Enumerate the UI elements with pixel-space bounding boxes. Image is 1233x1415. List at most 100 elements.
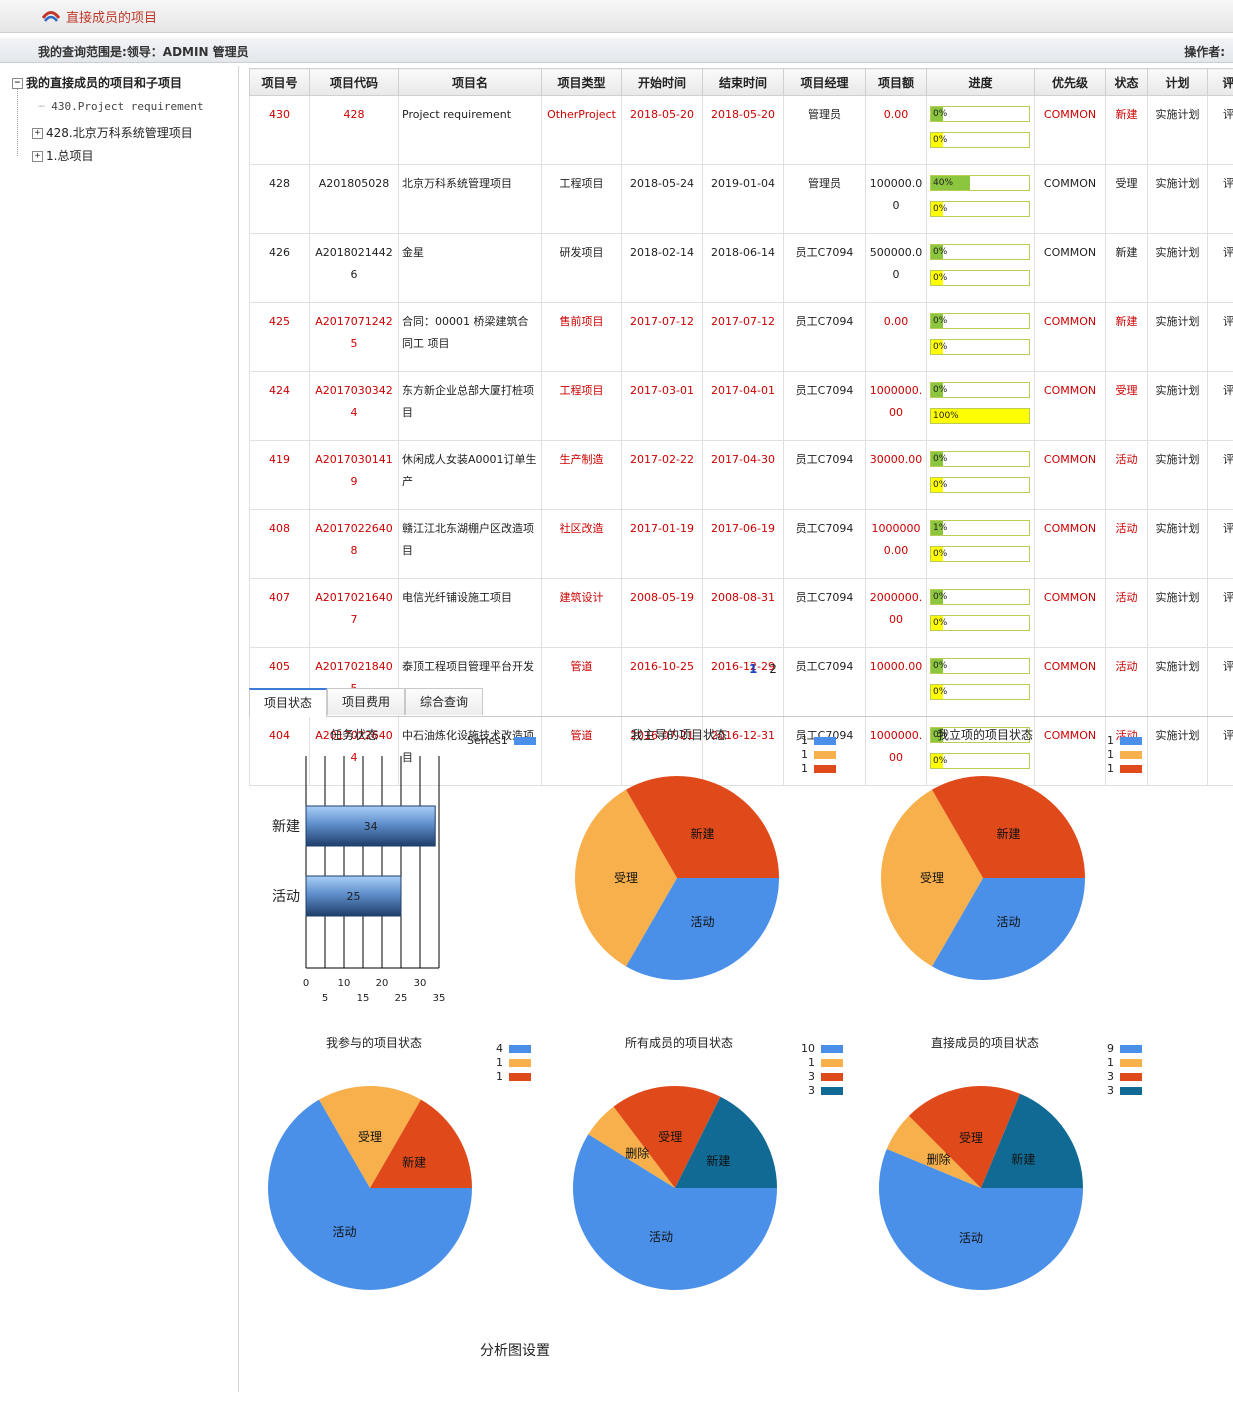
cell-plan-link[interactable]: 实施计划 — [1147, 440, 1208, 510]
page-2-link[interactable]: 2 — [769, 662, 777, 676]
progress-text: 0% — [933, 661, 948, 671]
progress-bar: 0% — [930, 106, 1030, 122]
cell-plan-link[interactable]: 实施计划 — [1147, 302, 1208, 372]
cell-eval-link[interactable]: 评 — [1207, 95, 1233, 165]
cell-eval-link[interactable]: 评 — [1207, 233, 1233, 303]
column-header[interactable]: 结束时间 — [702, 68, 784, 96]
tree-root[interactable]: − 我的直接成员的项目和子项目 — [12, 74, 182, 91]
cell-end-date: 2008-08-31 — [702, 578, 784, 648]
cell-end-date: 2018-06-14 — [702, 233, 784, 303]
cell-project-name[interactable]: 赣江江北东湖棚户区改造项目 — [398, 509, 542, 579]
cell-project-no[interactable]: 428 — [249, 164, 310, 234]
tree-item-label: 428.北京万科系统管理项目 — [46, 126, 193, 140]
cell-manager: 员工C7094 — [783, 302, 866, 372]
cell-project-name[interactable]: 休闲成人女装A0001订单生产 — [398, 440, 542, 510]
legend-item: 9 — [1107, 1042, 1142, 1056]
cell-project-code[interactable]: A201805028 — [309, 164, 399, 234]
column-header[interactable]: 优先级 — [1034, 68, 1106, 96]
legend-label: 3 — [808, 1084, 815, 1097]
column-header[interactable]: 进度 — [926, 68, 1035, 96]
cell-eval-link[interactable]: 评 — [1207, 440, 1233, 510]
legend-swatch — [814, 751, 836, 759]
column-header[interactable]: 开始时间 — [621, 68, 703, 96]
cell-progress: 0% 100% — [926, 371, 1035, 441]
cell-status: 受理 — [1105, 371, 1148, 441]
progress-bar: 0% — [930, 658, 1030, 674]
cell-project-no[interactable]: 408 — [249, 509, 310, 579]
cell-project-no[interactable]: 424 — [249, 371, 310, 441]
bar-value-label: 34 — [364, 820, 378, 833]
cell-project-name[interactable]: 电信光纤铺设施工项目 — [398, 578, 542, 648]
column-header[interactable]: 项目经理 — [783, 68, 866, 96]
cell-progress: 0% 0% — [926, 578, 1035, 648]
tab-combined-query[interactable]: 综合查询 — [405, 688, 483, 715]
cell-eval-link[interactable]: 评 — [1207, 302, 1233, 372]
expand-icon[interactable]: + — [32, 128, 43, 139]
tree-item-430[interactable]: ┈ 430.Project requirement — [38, 100, 204, 113]
cell-eval-link[interactable]: 评 — [1207, 371, 1233, 441]
cell-project-code[interactable]: A20170226408 — [309, 509, 399, 579]
legend-item: 1 — [1107, 748, 1142, 762]
category-label: 新建 — [272, 819, 300, 835]
cell-plan-link[interactable]: 实施计划 — [1147, 95, 1208, 165]
cell-project-no[interactable]: 430 — [249, 95, 310, 165]
cell-project-no[interactable]: 419 — [249, 440, 310, 510]
charts-area: 任务状态 34 新建 25 活动 0 10 20 30 5 15 25 35 Series1 我主导的项目状… — [249, 718, 1233, 1378]
progress-bar: 0% — [930, 339, 1030, 355]
expand-icon[interactable]: + — [32, 151, 43, 162]
cell-project-code[interactable]: 428 — [309, 95, 399, 165]
table-row[interactable]: 408 A20170226408 赣江江北东湖棚户区改造项目 社区改造 2017-01-… — [249, 509, 1233, 579]
column-header[interactable]: 项目号 — [249, 68, 310, 96]
table-row[interactable]: 425 A20170712425 合同：00001 桥梁建筑合同工 项目 售前项目 20… — [249, 302, 1233, 372]
cell-project-no[interactable]: 426 — [249, 233, 310, 303]
cell-project-no[interactable]: 425 — [249, 302, 310, 372]
cell-project-code[interactable]: A20170303424 — [309, 371, 399, 441]
legend-item: 1 — [496, 1070, 531, 1084]
column-header[interactable]: 项目名 — [398, 68, 542, 96]
progress-text: 0% — [933, 316, 948, 326]
table-row[interactable]: 424 A20170303424 东方新企业总部大厦打桩项目 工程项目 2017-03-… — [249, 371, 1233, 441]
page-current[interactable]: 1 — [749, 662, 757, 676]
cell-eval-link[interactable]: 评 — [1207, 509, 1233, 579]
cell-plan-link[interactable]: 实施计划 — [1147, 578, 1208, 648]
table-row[interactable]: 419 A20170301419 休闲成人女装A0001订单生产 生产制造 2017-0… — [249, 440, 1233, 510]
progress-text: 100% — [933, 411, 959, 421]
progress-text: 0% — [933, 109, 948, 119]
column-header[interactable]: 项目代码 — [309, 68, 399, 96]
cell-project-no[interactable]: 407 — [249, 578, 310, 648]
cell-plan-link[interactable]: 实施计划 — [1147, 371, 1208, 441]
cell-project-code[interactable]: A20180214426 — [309, 233, 399, 303]
cell-project-code[interactable]: A20170301419 — [309, 440, 399, 510]
collapse-icon[interactable]: − — [12, 78, 23, 89]
column-header[interactable]: 计划 — [1147, 68, 1208, 96]
cell-project-name[interactable]: 金星 — [398, 233, 542, 303]
cell-plan-link[interactable]: 实施计划 — [1147, 509, 1208, 579]
progress-bar: 0% — [930, 615, 1030, 631]
cell-eval-link[interactable]: 评 — [1207, 578, 1233, 648]
cell-eval-link[interactable]: 评 — [1207, 164, 1233, 234]
chart-legend: 411 — [496, 1042, 531, 1084]
cell-project-name[interactable]: 合同：00001 桥梁建筑合同工 项目 — [398, 302, 542, 372]
column-header[interactable]: 状态 — [1105, 68, 1148, 96]
cell-project-code[interactable]: A20170216407 — [309, 578, 399, 648]
table-row[interactable]: 426 A20180214426 金星 研发项目 2018-02-14 2018-06-1… — [249, 233, 1233, 303]
cell-project-code[interactable]: A20170712425 — [309, 302, 399, 372]
cell-project-name[interactable]: Project requirement — [398, 95, 542, 165]
cell-status: 新建 — [1105, 233, 1148, 303]
tab-project-cost[interactable]: 项目费用 — [327, 688, 405, 715]
cell-project-name[interactable]: 北京万科系统管理项目 — [398, 164, 542, 234]
table-row[interactable]: 428 A201805028 北京万科系统管理项目 工程项目 2018-05-24 201… — [249, 164, 1233, 234]
column-header[interactable]: 评 — [1207, 68, 1233, 96]
table-row[interactable]: 430 428 Project requirement OtherProject 201… — [249, 95, 1233, 165]
tab-project-status[interactable]: 项目状态 — [249, 688, 327, 717]
cell-plan-link[interactable]: 实施计划 — [1147, 164, 1208, 234]
table-row[interactable]: 407 A20170216407 电信光纤铺设施工项目 建筑设计 2008-05-19 2… — [249, 578, 1233, 648]
chart-settings-link[interactable]: 分析图设置 — [480, 1340, 550, 1360]
tree-item-428[interactable]: +428.北京万科系统管理项目 — [32, 124, 193, 141]
legend-swatch — [814, 737, 836, 745]
tree-item-1[interactable]: +1.总项目 — [32, 147, 93, 164]
cell-plan-link[interactable]: 实施计划 — [1147, 233, 1208, 303]
column-header[interactable]: 项目类型 — [541, 68, 622, 96]
column-header[interactable]: 项目额 — [865, 68, 927, 96]
cell-project-name[interactable]: 东方新企业总部大厦打桩项目 — [398, 371, 542, 441]
